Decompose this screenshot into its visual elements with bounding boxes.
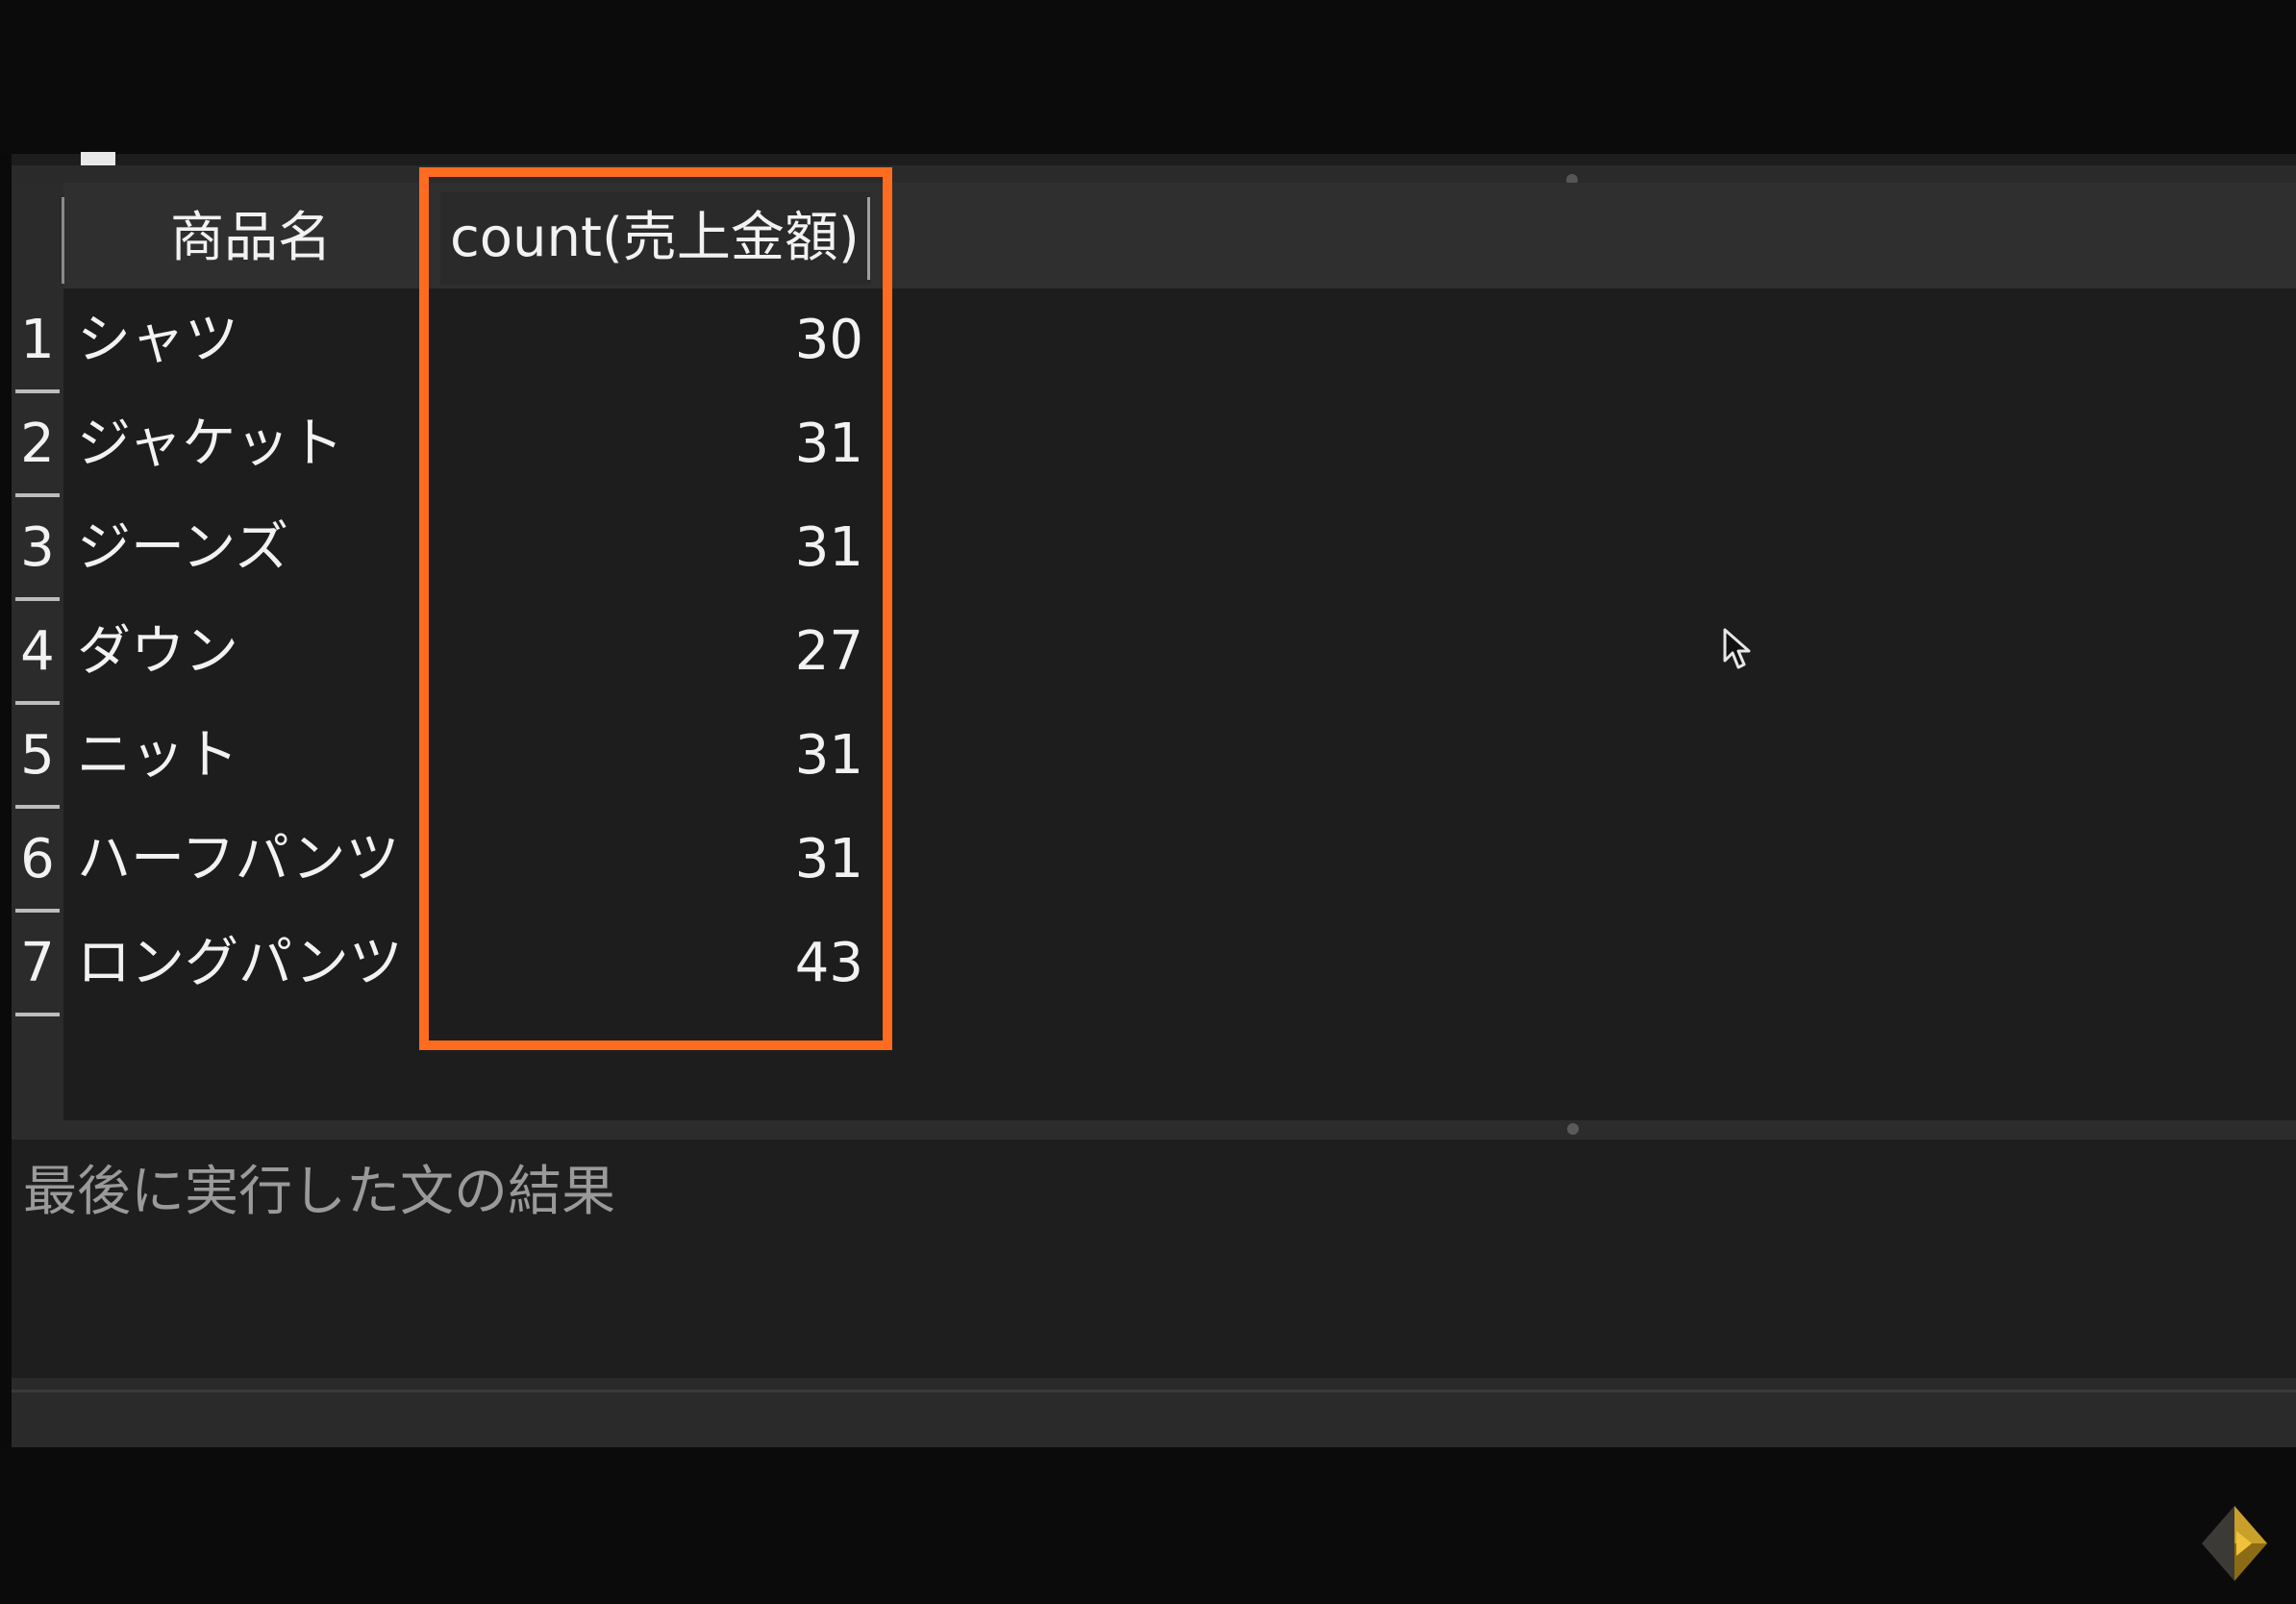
cell-count[interactable]: 31	[440, 808, 863, 912]
row-number: 3	[20, 516, 55, 579]
table-row[interactable]: 2 ジャケット 31	[12, 392, 973, 497]
column-header-product-name[interactable]: 商品名	[65, 192, 437, 285]
cell-product-name[interactable]: ハーフパンツ	[77, 808, 442, 912]
bottom-splitter[interactable]	[12, 1378, 2296, 1399]
column-resize-handle[interactable]	[867, 197, 870, 280]
mouse-pointer-icon	[1723, 628, 1751, 669]
cell-product-name[interactable]: ジャケット	[77, 392, 442, 496]
cell-product-name[interactable]: ロングパンツ	[77, 912, 442, 1015]
cell-product-name[interactable]: シャツ	[77, 288, 442, 392]
column-header-count[interactable]: count(売上金額)	[444, 192, 873, 285]
bottom-letterbox	[0, 1447, 2296, 1604]
row-number: 6	[20, 828, 55, 890]
splitter-line	[12, 1390, 2296, 1392]
splitter-handle[interactable]	[1567, 1123, 1579, 1135]
app-root: 商品名 count(売上金額) 1 シャツ 30 2 ジャケット 31 3 ジー…	[0, 0, 2296, 1604]
cell-count[interactable]: 27	[440, 600, 863, 704]
result-message: 最後に実行した文の結果	[23, 1161, 615, 1223]
top-splitter[interactable]	[12, 165, 2296, 183]
cell-count[interactable]: 31	[440, 496, 863, 600]
cell-product-name[interactable]: ジーンズ	[77, 496, 442, 600]
channel-logo-icon	[2202, 1506, 2267, 1581]
table-row[interactable]: 5 ニット 31	[12, 704, 973, 809]
cell-count[interactable]: 31	[440, 704, 863, 808]
row-separator	[15, 1013, 60, 1016]
status-bar	[12, 1399, 2296, 1447]
cell-count[interactable]: 30	[440, 288, 863, 392]
table-row[interactable]: 1 シャツ 30	[12, 288, 973, 393]
row-number: 4	[20, 620, 55, 683]
cell-product-name[interactable]: ニット	[77, 704, 442, 808]
cell-count[interactable]: 31	[440, 392, 863, 496]
row-number: 7	[20, 932, 55, 994]
cell-count[interactable]: 43	[440, 912, 863, 1015]
results-splitter[interactable]	[12, 1120, 2296, 1140]
table-row[interactable]: 4 ダウン 27	[12, 600, 973, 705]
row-number: 5	[20, 724, 55, 787]
cell-product-name[interactable]: ダウン	[77, 600, 442, 704]
table-row[interactable]: 6 ハーフパンツ 31	[12, 808, 973, 913]
table-row[interactable]: 3 ジーンズ 31	[12, 496, 973, 601]
row-number: 2	[20, 413, 55, 475]
top-letterbox	[0, 0, 2296, 154]
header-divider	[62, 197, 64, 284]
row-number: 1	[20, 309, 55, 371]
table-row[interactable]: 7 ロングパンツ 43	[12, 912, 973, 1016]
